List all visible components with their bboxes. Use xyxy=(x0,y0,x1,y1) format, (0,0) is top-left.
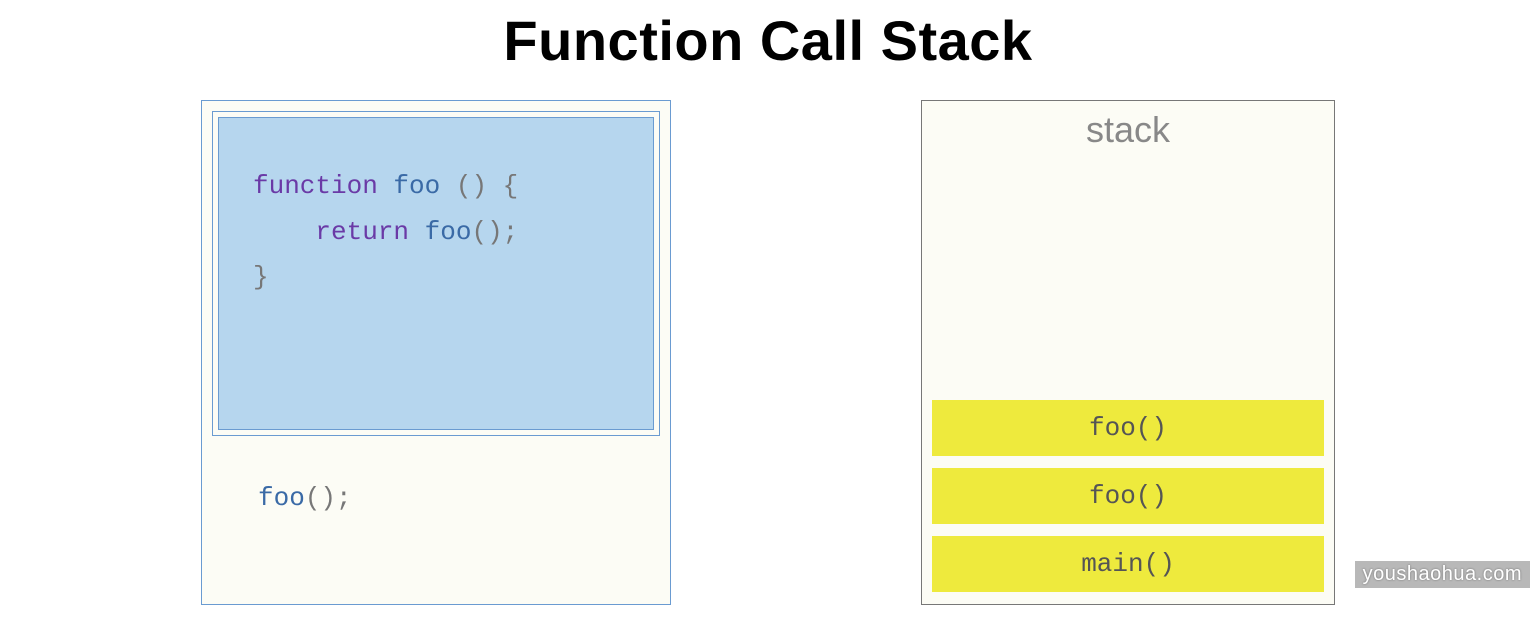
code-punct: () { xyxy=(456,171,518,201)
code-block: function foo () { return foo(); } xyxy=(253,164,619,301)
watermark: youshaohua.com xyxy=(1355,561,1530,588)
code-highlight-mid: function foo () { return foo(); } xyxy=(212,111,660,436)
fn-name-foo: foo xyxy=(378,171,456,201)
code-call-line: foo(); xyxy=(212,436,660,522)
stack-panel: stack foo() foo() main() xyxy=(921,100,1335,605)
stack-items: foo() foo() main() xyxy=(932,400,1324,592)
stack-frame: foo() xyxy=(932,468,1324,524)
code-panel: function foo () { return foo(); } foo(); xyxy=(201,100,671,605)
panels-row: function foo () { return foo(); } foo();… xyxy=(0,100,1536,620)
code-punct: (); xyxy=(305,483,352,513)
fn-name-foo: foo xyxy=(409,217,471,247)
stack-frame: foo() xyxy=(932,400,1324,456)
keyword-return: return xyxy=(315,217,409,247)
stack-label: stack xyxy=(1086,109,1170,151)
code-indent xyxy=(253,217,315,247)
stack-frame: main() xyxy=(932,536,1324,592)
fn-name-foo: foo xyxy=(258,483,305,513)
code-punct: (); xyxy=(471,217,518,247)
code-highlight-inner: function foo () { return foo(); } xyxy=(218,117,654,430)
keyword-function: function xyxy=(253,171,378,201)
code-brace-close: } xyxy=(253,262,269,292)
page-title: Function Call Stack xyxy=(0,0,1536,73)
